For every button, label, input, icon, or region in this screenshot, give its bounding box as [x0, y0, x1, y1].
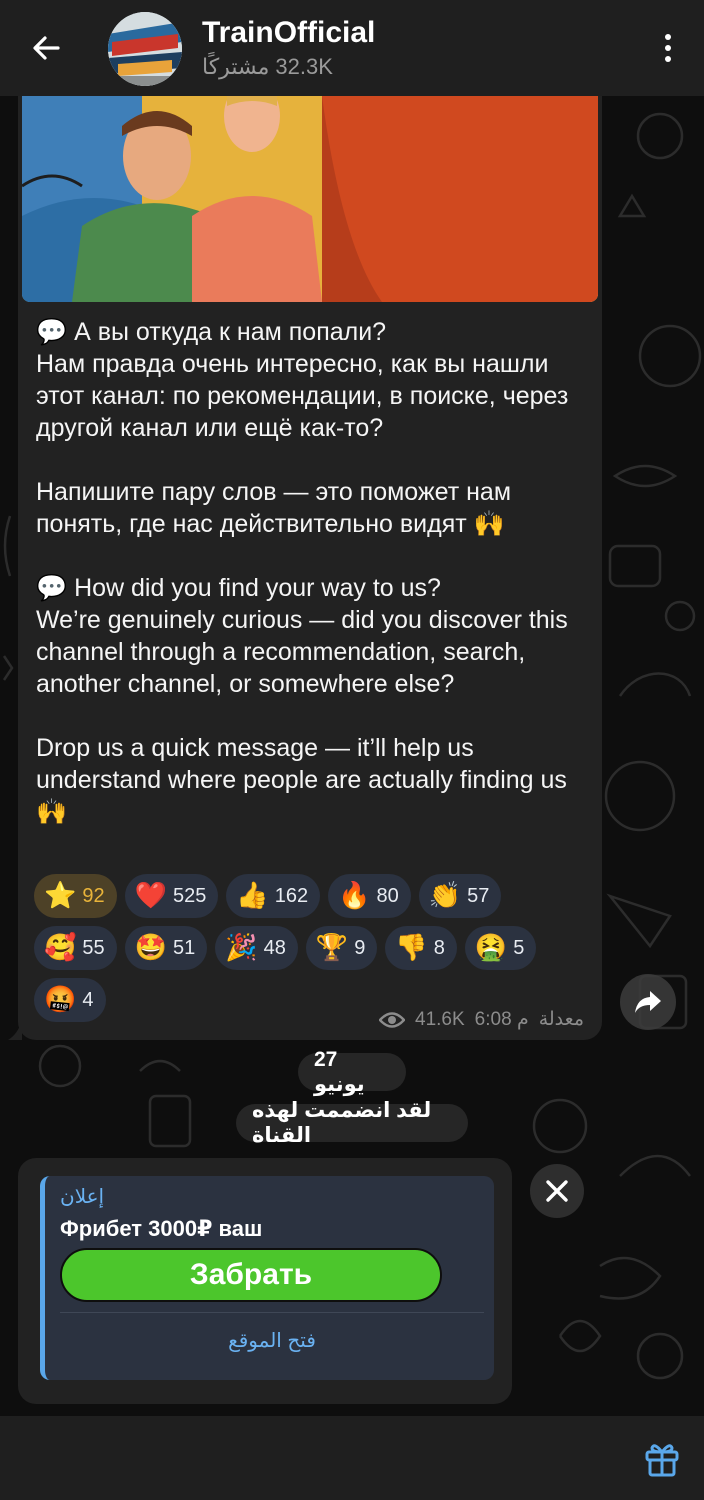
- reaction-count: 80: [376, 884, 399, 907]
- post-text: 💬 А вы откуда к нам попали? Нам правда о…: [36, 318, 569, 826]
- thumbs-down-icon: 👎: [395, 933, 428, 963]
- party-popper-icon: 🎉: [225, 933, 258, 963]
- date-separator: 27 يونيو: [298, 1048, 406, 1096]
- reaction-count: 92: [82, 884, 105, 907]
- gift-button[interactable]: [642, 1438, 682, 1478]
- reaction-count: 162: [274, 884, 309, 907]
- bottom-bar: [0, 1416, 704, 1500]
- close-ad-button[interactable]: [530, 1164, 584, 1218]
- heart-icon: ❤️: [134, 881, 167, 911]
- reaction-party[interactable]: 🎉 48: [215, 926, 298, 970]
- reaction-smiling-hearts[interactable]: 🥰 55: [34, 926, 117, 970]
- more-vertical-icon: [665, 34, 671, 40]
- smiling-hearts-icon: 🥰: [44, 933, 77, 963]
- fire-icon: 🔥: [338, 881, 371, 911]
- edited-label: معدلة: [538, 1009, 584, 1030]
- arrow-left-icon: [33, 36, 60, 60]
- reaction-count: 8: [433, 936, 445, 959]
- share-button[interactable]: [620, 974, 676, 1030]
- reaction-heart[interactable]: ❤️ 525: [124, 874, 219, 918]
- sponsored-message: إعلان Фрибет 3000₽ ваш Забрать فتح الموق…: [18, 1158, 512, 1404]
- subscriber-count-value: 32.3K: [275, 54, 333, 79]
- people-illustration: [22, 96, 598, 302]
- reaction-thumbs-up[interactable]: 👍 162: [226, 874, 321, 918]
- back-button[interactable]: [26, 28, 66, 68]
- open-site-button[interactable]: فتح الموقع: [45, 1328, 494, 1353]
- reaction-count: 57: [467, 884, 490, 907]
- gift-icon: [645, 1444, 679, 1477]
- reaction-count: 525: [173, 884, 207, 907]
- channel-avatar[interactable]: [108, 12, 182, 86]
- reaction-count: 4: [82, 988, 94, 1011]
- cursing-face-icon: 🤬: [44, 985, 77, 1015]
- reaction-count: 9: [354, 936, 366, 959]
- reaction-star[interactable]: ⭐ 92: [34, 874, 117, 918]
- train-avatar-image: [108, 12, 182, 86]
- share-icon: [635, 991, 661, 1013]
- reaction-star-struck[interactable]: 🤩 51: [124, 926, 208, 970]
- ad-divider: [60, 1312, 484, 1313]
- clap-icon: 👏: [428, 881, 462, 911]
- chat-header: TrainOfficial مشتركًا 32.3K: [0, 0, 704, 96]
- thumbs-up-icon: 👍: [236, 881, 269, 911]
- joined-channel-notice: لقد انضممت لهذه القناة: [236, 1099, 468, 1147]
- reaction-cursing[interactable]: 🤬 4: [34, 978, 106, 1022]
- channel-title[interactable]: TrainOfficial: [202, 16, 375, 50]
- post-image[interactable]: [22, 96, 598, 302]
- subscriber-count: مشتركًا 32.3K: [202, 54, 333, 80]
- reaction-trophy[interactable]: 🏆 9: [305, 926, 378, 970]
- ad-cta-button[interactable]: Забрать: [60, 1248, 442, 1302]
- eye-icon: [379, 1011, 406, 1028]
- reaction-clap[interactable]: 👏 57: [418, 874, 502, 918]
- more-options-button[interactable]: [658, 30, 678, 66]
- sponsored-message-content[interactable]: إعلان Фрибет 3000₽ ваш Забрать فتح الموق…: [40, 1176, 494, 1380]
- close-icon: [546, 1180, 568, 1202]
- reaction-thumbs-down[interactable]: 👎 8: [385, 926, 457, 970]
- bubble-tail: [8, 1020, 22, 1040]
- channel-post-bubble: 💬 А вы откуда к нам попали? Нам правда о…: [18, 96, 602, 1040]
- ad-text: Фрибет 3000₽ ваш: [60, 1216, 263, 1241]
- reaction-count: 55: [82, 936, 105, 959]
- reaction-vomit[interactable]: 🤮 5: [464, 926, 537, 970]
- star-struck-icon: 🤩: [134, 933, 167, 963]
- ad-label: إعلان: [60, 1186, 105, 1208]
- reaction-count: 51: [173, 936, 196, 959]
- subscriber-count-label: مشتركًا: [202, 54, 270, 79]
- reaction-count: 5: [513, 936, 525, 959]
- post-time: 6:08 م: [474, 1009, 529, 1030]
- reaction-fire[interactable]: 🔥 80: [328, 874, 411, 918]
- star-icon: ⭐: [44, 881, 77, 911]
- view-count: 41.6K: [415, 1008, 465, 1030]
- reaction-count: 48: [263, 936, 286, 959]
- vomit-face-icon: 🤮: [474, 933, 508, 963]
- trophy-icon: 🏆: [315, 933, 349, 963]
- post-meta: 41.6K 6:08 م معدلة: [379, 1008, 584, 1031]
- reactions-bar: ⭐ 92 ❤️ 525 👍 162 🔥 80 👏 57 🥰 55 🤩 51 🎉: [34, 874, 590, 1022]
